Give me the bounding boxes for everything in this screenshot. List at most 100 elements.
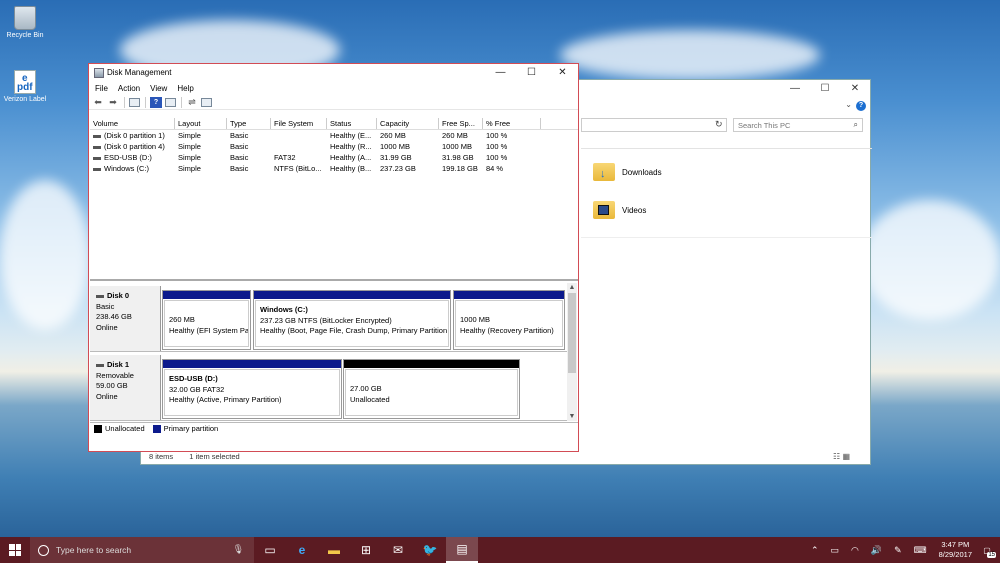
maximize-button[interactable]: ☐ <box>516 64 547 82</box>
edge-browser-icon[interactable]: e <box>286 537 318 563</box>
percent-free-cell: 100 % <box>486 131 508 140</box>
clock[interactable]: 3:47 PM 8/29/2017 <box>939 540 972 560</box>
disk-management-taskbar-icon[interactable]: ▤ <box>446 537 478 563</box>
menu-view[interactable]: View <box>150 82 167 96</box>
column-header-volume[interactable]: Volume <box>90 118 175 129</box>
properties-icon[interactable] <box>165 98 176 107</box>
partition-status: Healthy (EFI System Pa <box>169 325 248 335</box>
help-icon[interactable]: ? <box>150 97 162 108</box>
partition-size: 32.00 GB FAT32 <box>169 384 225 394</box>
vertical-scrollbar[interactable]: ▲ ▼ <box>567 283 577 421</box>
ribbon-expand-icon[interactable]: ⌄ <box>845 100 852 109</box>
address-bar[interactable] <box>581 118 727 132</box>
task-view-icon[interactable]: ▭ <box>254 537 286 563</box>
column-header-percent-free[interactable]: % Free <box>483 118 541 129</box>
column-header-type[interactable]: Type <box>227 118 271 129</box>
disk-map: Disk 0 Basic 238.46 GB Online 260 MB Hea… <box>90 283 567 421</box>
title-bar[interactable]: Disk Management — ☐ ✕ <box>89 64 578 82</box>
folder-label-videos[interactable]: Videos <box>622 206 646 215</box>
mail-icon[interactable]: ✉ <box>382 537 414 563</box>
type-cell: Basic <box>230 153 249 162</box>
drive-icon <box>93 145 101 149</box>
window-controls: — ☐ ✕ <box>780 80 870 98</box>
drive-icon <box>93 134 101 138</box>
search-input[interactable]: Search This PC ⌕ <box>733 118 863 132</box>
scroll-thumb[interactable] <box>568 293 576 373</box>
table-row[interactable]: (Disk 0 partition 1) Simple Basic Health… <box>90 130 578 141</box>
system-tray: ⌃ ▭ ◠ 🔊 ✎ ⌨ 3:47 PM 8/29/2017 ▢ 15 <box>805 537 1000 563</box>
partition-block[interactable]: 260 MB Healthy (EFI System Pa <box>162 290 251 350</box>
scroll-up-icon[interactable]: ▲ <box>567 283 577 292</box>
view-icon[interactable] <box>201 98 212 107</box>
disk-label[interactable]: Disk 1 Removable 59.00 GB Online <box>90 355 161 420</box>
store-icon[interactable]: ⊞ <box>350 537 382 563</box>
volume-icon[interactable]: 🔊 <box>871 545 882 556</box>
menu-bar: File Action View Help <box>89 82 578 96</box>
column-header-status[interactable]: Status <box>327 118 377 129</box>
taskbar-search-box[interactable]: Type here to search 🎙 <box>30 537 254 563</box>
clock-time: 3:47 PM <box>941 540 970 549</box>
partition-block[interactable]: 27.00 GB Unallocated <box>343 359 520 419</box>
back-arrow-icon[interactable]: ⬅ <box>92 97 104 108</box>
cloud <box>0 180 90 330</box>
keyboard-icon[interactable]: ⌨ <box>914 545 927 556</box>
table-row[interactable]: ESD-USB (D:) Simple Basic FAT32 Healthy … <box>90 152 578 163</box>
menu-help[interactable]: Help <box>177 82 193 96</box>
desktop-icon-recycle-bin[interactable]: Recycle Bin <box>0 6 50 39</box>
partition-status: Unallocated <box>350 394 390 404</box>
status-cell: Healthy (E... <box>330 131 372 140</box>
minimize-button[interactable]: — <box>780 80 810 98</box>
minimize-button[interactable]: — <box>485 64 516 82</box>
partition-title: Windows (C:) <box>260 305 308 314</box>
desktop-icon-label: Recycle Bin <box>6 32 44 39</box>
help-icon[interactable]: ? <box>856 101 866 111</box>
column-header-file-system[interactable]: File System <box>271 118 327 129</box>
microphone-icon[interactable]: 🎙 <box>233 544 244 555</box>
wifi-icon[interactable]: ◠ <box>851 545 859 556</box>
file-system-cell: NTFS (BitLo... <box>274 164 322 173</box>
desktop-icon-verizon-label[interactable]: e pdf Verizon Label <box>0 70 50 103</box>
drive-icon <box>93 156 101 160</box>
start-button[interactable] <box>0 537 30 563</box>
close-button[interactable]: ✕ <box>547 64 578 82</box>
show-hide-console-tree-icon[interactable] <box>129 98 140 107</box>
pen-icon[interactable]: ✎ <box>894 545 902 556</box>
layout-cell: Simple <box>178 153 201 162</box>
menu-file[interactable]: File <box>95 82 108 96</box>
partition-size: 1000 MB <box>460 315 491 324</box>
folder-label-downloads[interactable]: Downloads <box>622 168 662 177</box>
table-row[interactable]: (Disk 0 partition 4) Simple Basic Health… <box>90 141 578 152</box>
downloads-folder-icon[interactable]: ↓ <box>593 160 617 182</box>
close-button[interactable]: ✕ <box>840 80 870 98</box>
recycle-bin-icon <box>14 6 36 30</box>
legend: Unallocated Primary partition <box>90 422 578 434</box>
videos-folder-icon[interactable] <box>593 198 617 220</box>
disk-label[interactable]: Disk 0 Basic 238.46 GB Online <box>90 286 161 351</box>
partition-block[interactable]: 1000 MB Healthy (Recovery Partition) <box>453 290 565 350</box>
file-system-cell: FAT32 <box>274 153 296 162</box>
connect-disk-icon[interactable]: ⇌ <box>186 97 198 108</box>
scroll-down-icon[interactable]: ▼ <box>567 412 577 421</box>
column-header-free-space[interactable]: Free Sp... <box>439 118 483 129</box>
status-cell: Healthy (A... <box>330 153 372 162</box>
file-system-cell <box>271 141 327 152</box>
partition-block[interactable]: ESD-USB (D:) 32.00 GB FAT32 Healthy (Act… <box>162 359 342 419</box>
toolbar-separator <box>181 97 182 108</box>
refresh-icon[interactable]: ↻ <box>715 119 723 130</box>
show-hidden-icons-icon[interactable]: ⌃ <box>811 545 819 556</box>
maximize-button[interactable]: ☐ <box>810 80 840 98</box>
disk-management-window[interactable]: Disk Management — ☐ ✕ File Action View H… <box>88 63 579 452</box>
file-explorer-icon[interactable]: ▬ <box>318 537 350 563</box>
battery-icon[interactable]: ▭ <box>830 545 839 556</box>
clock-date: 8/29/2017 <box>938 550 972 559</box>
column-header-layout[interactable]: Layout <box>175 118 227 129</box>
column-header-capacity[interactable]: Capacity <box>377 118 439 129</box>
capacity-cell: 237.23 GB <box>380 164 416 173</box>
menu-action[interactable]: Action <box>118 82 140 96</box>
twitter-icon[interactable]: 🐦 <box>414 537 446 563</box>
action-center-icon[interactable]: ▢ 15 <box>978 541 996 559</box>
view-toggle-icons[interactable]: ☷ ▦ <box>833 452 850 461</box>
partition-block[interactable]: Windows (C:) 237.23 GB NTFS (BitLocker E… <box>253 290 451 350</box>
forward-arrow-icon[interactable]: ➡ <box>107 97 119 108</box>
table-row[interactable]: Windows (C:) Simple Basic NTFS (BitLo...… <box>90 163 578 174</box>
